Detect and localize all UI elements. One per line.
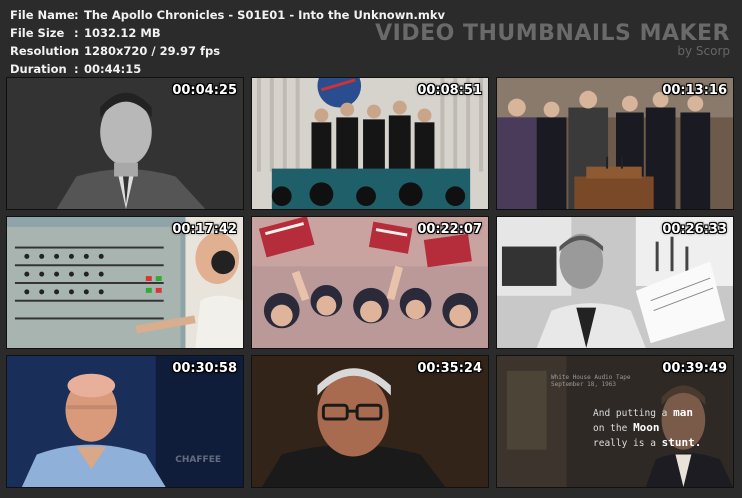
thumbnail-9[interactable]: White House Audio Tape September 18, 196…	[496, 355, 734, 488]
quote-caption: And putting a man on the Moon really is …	[593, 406, 701, 451]
thumbnail-1[interactable]: 00:04:25	[6, 77, 244, 210]
resolution-label: Resolution	[10, 44, 80, 58]
separator: :	[74, 44, 79, 58]
caption-line-2: on the Moon	[593, 421, 701, 436]
thumbnail-8[interactable]: 00:35:24	[251, 355, 489, 488]
thumbnail-6[interactable]: 00:26:33	[496, 216, 734, 349]
caption-highlight: man	[673, 406, 693, 419]
thumbnail-3[interactable]: 00:13:16	[496, 77, 734, 210]
separator: :	[74, 26, 79, 40]
thumbnail-4[interactable]: 00:17:42	[6, 216, 244, 349]
separator: :	[74, 62, 79, 76]
timestamp: 00:35:24	[417, 361, 482, 376]
resolution-value: 1280x720 / 29.97 fps	[84, 44, 221, 58]
timestamp: 00:13:16	[662, 83, 727, 98]
timestamp: 00:08:51	[417, 83, 482, 98]
file-size-label: File Size	[10, 26, 65, 40]
timestamp: 00:39:49	[662, 361, 727, 376]
file-name-label: File Name	[10, 8, 75, 22]
caption-text: on the	[593, 423, 628, 434]
caption-text: And putting a	[593, 408, 668, 419]
banner-title: VIDEO THUMBNAILS MAKER	[375, 21, 730, 46]
timestamp: 00:17:42	[172, 222, 237, 237]
tape-header-date: September 18, 1963	[551, 381, 617, 388]
tape-header: White House Audio Tape September 18, 196…	[551, 374, 630, 388]
caption-line-3: really is a stunt.	[593, 436, 701, 451]
timestamp: 00:22:07	[417, 222, 482, 237]
file-size-value: 1032.12 MB	[84, 26, 161, 40]
timestamp: 00:30:58	[172, 361, 237, 376]
tape-header-line: White House Audio Tape	[551, 374, 631, 381]
thumbnail-2[interactable]: 00:08:51	[251, 77, 489, 210]
caption-highlight: stunt.	[661, 436, 702, 449]
app-banner: VIDEO THUMBNAILS MAKER by Scorp	[375, 21, 730, 59]
timestamp: 00:04:25	[172, 83, 237, 98]
channel-watermark: CHAFFEE	[175, 455, 221, 465]
separator: :	[74, 8, 79, 22]
timestamp: 00:26:33	[662, 222, 727, 237]
caption-text: really is a	[593, 438, 656, 449]
duration-row: Duration : 00:44:15	[10, 60, 445, 78]
duration-value: 00:44:15	[84, 62, 142, 76]
caption-line-1: And putting a man	[593, 406, 701, 421]
thumbnail-5[interactable]: 00:22:07	[251, 216, 489, 349]
caption-highlight: Moon	[633, 421, 660, 434]
duration-label: Duration	[10, 62, 67, 76]
thumbnail-7[interactable]: CHAFFEE 00:30:58	[6, 355, 244, 488]
banner-subtitle: by Scorp	[677, 44, 730, 58]
thumbnail-grid: 00:04:25 00:08:51 00:13:16 00:17:42 00:2…	[6, 77, 734, 488]
